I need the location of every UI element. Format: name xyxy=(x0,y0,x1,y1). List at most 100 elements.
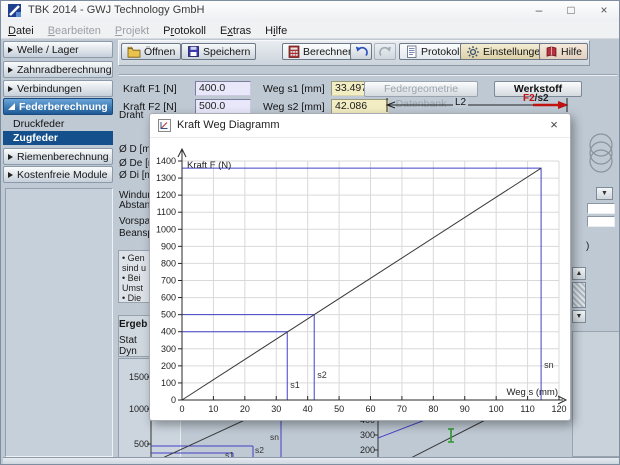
sidebar-item-federberechnung[interactable]: Federberechnung xyxy=(3,98,113,115)
open-button[interactable]: Öffnen xyxy=(121,43,181,60)
menu-item-protokoll[interactable]: Protokoll xyxy=(156,23,213,39)
sidebar-item-verbindungen[interactable]: Verbindungen xyxy=(3,80,113,97)
chevron-down-icon: ▼ xyxy=(601,190,608,197)
scroll-down-button[interactable]: ▼ xyxy=(572,310,586,323)
kraft-weg-dialog: Kraft Weg Diagramm × 0102030405060708090… xyxy=(149,113,571,421)
menu-item-datei[interactable]: Datei xyxy=(1,23,41,39)
occluded-text-fragment: Ergeb xyxy=(119,319,147,330)
undo-icon xyxy=(354,45,369,58)
open-button-label: Öffnen xyxy=(144,46,175,58)
help-button[interactable]: Hilfe xyxy=(539,43,588,60)
svg-text:0: 0 xyxy=(171,395,176,405)
protocol-button-label: Protokoll xyxy=(421,46,462,58)
menubar: DateiBearbeitenProjektProtokollExtrasHil… xyxy=(1,21,620,39)
app-window: TBK 2014 - GWJ Technology GmbH – □ × Dat… xyxy=(0,0,620,465)
bg-right-ylabel-200: 200 xyxy=(360,445,375,455)
status-bar xyxy=(3,457,619,465)
svg-text:1100: 1100 xyxy=(157,207,176,217)
svg-text:120: 120 xyxy=(551,404,566,414)
toolbar-divider xyxy=(119,74,617,76)
menu-item-bearbeiten[interactable]: Bearbeiten xyxy=(41,23,108,39)
close-button[interactable]: × xyxy=(589,1,619,20)
kraft-f1-input[interactable]: 400.0 xyxy=(195,81,251,96)
green-marker xyxy=(448,429,454,442)
triangle-down-icon: ▼ xyxy=(576,313,583,320)
dialog-close-button[interactable]: × xyxy=(538,114,570,137)
document-icon xyxy=(405,45,418,58)
force-deflection-chart: 0102030405060708090100110120010020030040… xyxy=(150,138,570,420)
svg-text:s1: s1 xyxy=(290,380,300,390)
weg-s2-label: Weg s2 [mm] xyxy=(263,101,325,113)
field-fragment-2[interactable] xyxy=(587,216,615,227)
occluded-text-fragment: Stat xyxy=(119,335,137,346)
dialog-title: Kraft Weg Diagramm xyxy=(177,119,280,131)
field-fragment-1[interactable] xyxy=(587,203,615,214)
weg-s1-label: Weg s1 [mm] xyxy=(263,83,325,95)
svg-text:300: 300 xyxy=(161,344,176,354)
triangle-collapsed-icon xyxy=(8,86,13,92)
svg-text:600: 600 xyxy=(161,293,176,303)
calculate-button[interactable]: Berechnen xyxy=(282,43,360,60)
menu-item-hilfe[interactable]: Hilfe xyxy=(258,23,294,39)
svg-text:Kraft F (N): Kraft F (N) xyxy=(187,160,231,171)
minimize-button[interactable]: – xyxy=(525,1,553,20)
svg-text:400: 400 xyxy=(161,327,176,337)
dropdown-button[interactable]: ▼ xyxy=(596,187,613,200)
svg-text:1400: 1400 xyxy=(156,156,176,166)
svg-text:100: 100 xyxy=(489,404,504,414)
svg-text:1200: 1200 xyxy=(156,190,176,200)
triangle-collapsed-icon xyxy=(8,67,13,73)
menu-item-extras[interactable]: Extras xyxy=(213,23,258,39)
svg-text:900: 900 xyxy=(161,241,176,251)
sidebar-item-label: Druckfeder xyxy=(13,118,64,130)
svg-text:80: 80 xyxy=(428,404,438,414)
sidebar-item-zahnradberechnung[interactable]: Zahnradberechnung xyxy=(3,61,113,78)
dialog-titlebar[interactable]: Kraft Weg Diagramm × xyxy=(150,114,570,138)
triangle-expanded-icon xyxy=(8,103,15,110)
redo-button[interactable] xyxy=(374,43,396,60)
scroll-up-button[interactable]: ▲ xyxy=(572,267,586,280)
dim-s2-rest: /s2 xyxy=(535,93,549,104)
bg-left-ylabel-1500: 1500 xyxy=(129,372,149,382)
svg-text:100: 100 xyxy=(161,378,176,388)
sidebar-item-zugfeder[interactable]: Zugfeder xyxy=(3,131,113,145)
svg-text:700: 700 xyxy=(161,276,176,286)
bg-left-s2-label: s2 xyxy=(255,445,264,455)
svg-text:Weg s (mm): Weg s (mm) xyxy=(506,387,558,398)
undo-button[interactable] xyxy=(350,43,372,60)
svg-text:sn: sn xyxy=(544,360,554,370)
occluded-text-fragment: Dyn xyxy=(119,346,137,357)
sidebar-item-label: Zugfeder xyxy=(13,132,58,144)
gear-icon xyxy=(466,45,480,59)
maximize-button[interactable]: □ xyxy=(557,1,585,20)
folder-open-icon xyxy=(127,45,141,58)
scrollbar[interactable]: ▲ ▼ xyxy=(572,267,586,323)
sidebar-item-welle-lager[interactable]: Welle / Lager xyxy=(3,41,113,58)
sidebar-item-riemenberechnung[interactable]: Riemenberechnung xyxy=(3,148,113,165)
triangle-collapsed-icon xyxy=(8,47,13,53)
menu-items: DateiBearbeitenProjektProtokollExtrasHil… xyxy=(1,21,294,38)
svg-text:1000: 1000 xyxy=(156,224,176,234)
sidebar-item-druckfeder[interactable]: Druckfeder xyxy=(3,117,113,131)
save-button[interactable]: Speichern xyxy=(181,43,256,60)
svg-text:90: 90 xyxy=(460,404,470,414)
calculator-icon xyxy=(288,45,300,58)
sidebar-item-kostenfreie-module[interactable]: Kostenfreie Module xyxy=(3,166,113,183)
kraft-f2-input[interactable]: 500.0 xyxy=(195,99,251,114)
titlebar: TBK 2014 - GWJ Technology GmbH – □ × xyxy=(1,1,620,22)
paren-fragment: ) xyxy=(586,241,589,252)
help-button-label: Hilfe xyxy=(561,46,582,58)
svg-text:1300: 1300 xyxy=(156,173,176,183)
svg-text:0: 0 xyxy=(179,404,184,414)
svg-text:70: 70 xyxy=(397,404,407,414)
menu-item-projekt[interactable]: Projekt xyxy=(108,23,156,39)
protocol-button[interactable]: Protokoll xyxy=(399,43,468,60)
occluded-text-fragment: Draht xyxy=(119,110,143,121)
sidebar-item-label: Verbindungen xyxy=(17,83,82,95)
dim-l2-label: L2 xyxy=(453,97,468,108)
settings-button-label: Einstellungen xyxy=(483,46,546,58)
svg-text:60: 60 xyxy=(365,404,375,414)
svg-text:800: 800 xyxy=(161,258,176,268)
dialog-chart-icon xyxy=(158,119,171,132)
scroll-thumb[interactable] xyxy=(572,282,586,308)
